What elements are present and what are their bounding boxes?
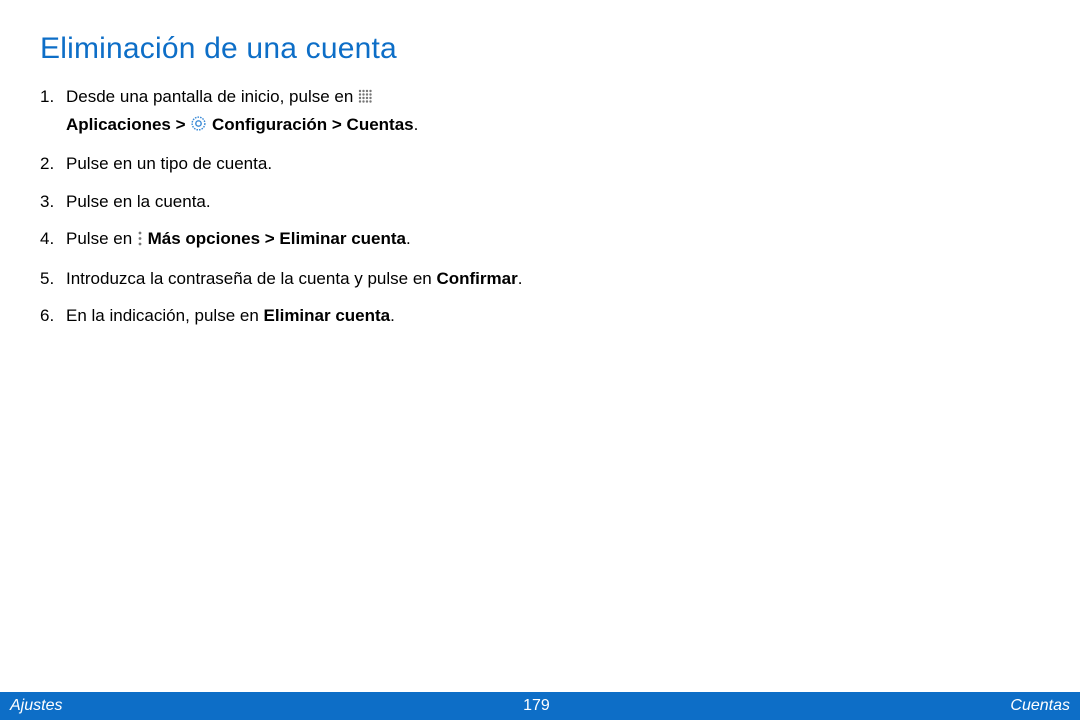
step-4: Pulse en Más opciones > Eliminar cuenta. [40,226,600,254]
step-1-text-prefix: Desde una pantalla de inicio, pulse en [66,87,358,106]
step-3: Pulse en la cuenta. [40,189,600,215]
page-content: Eliminación de una cuenta Desde una pant… [0,0,1080,329]
footer-left: Ajustes [10,697,62,715]
footer-page-number: 179 [523,697,550,715]
step-6-suffix: . [390,306,395,325]
step-6: En la indicación, pulse en Eliminar cuen… [40,303,600,329]
page-footer: Ajustes 179 Cuentas [0,692,1080,720]
step-4-suffix: . [406,229,411,248]
step-6-prefix: En la indicación, pulse en [66,306,264,325]
step-4-prefix: Pulse en [66,229,137,248]
step-2: Pulse en un tipo de cuenta. [40,151,600,177]
footer-right: Cuentas [1010,697,1070,715]
step-1-bold-1: Aplicaciones > [66,115,190,134]
step-6-bold: Eliminar cuenta [264,306,391,325]
step-4-bold: Más opciones > Eliminar cuenta [143,229,406,248]
steps-list: Desde una pantalla de inicio, pulse en A… [40,84,600,329]
step-5-prefix: Introduzca la contraseña de la cuenta y … [66,269,436,288]
step-5-suffix: . [518,269,523,288]
step-5: Introduzca la contraseña de la cuenta y … [40,266,600,292]
apps-grid-icon [358,86,373,112]
page-title: Eliminación de una cuenta [40,32,1040,66]
step-5-bold: Confirmar [436,269,517,288]
settings-gear-icon [190,114,207,140]
step-1-suffix: . [414,115,419,134]
step-1-bold-2: Configuración > Cuentas [207,115,413,134]
step-1: Desde una pantalla de inicio, pulse en A… [40,84,600,139]
